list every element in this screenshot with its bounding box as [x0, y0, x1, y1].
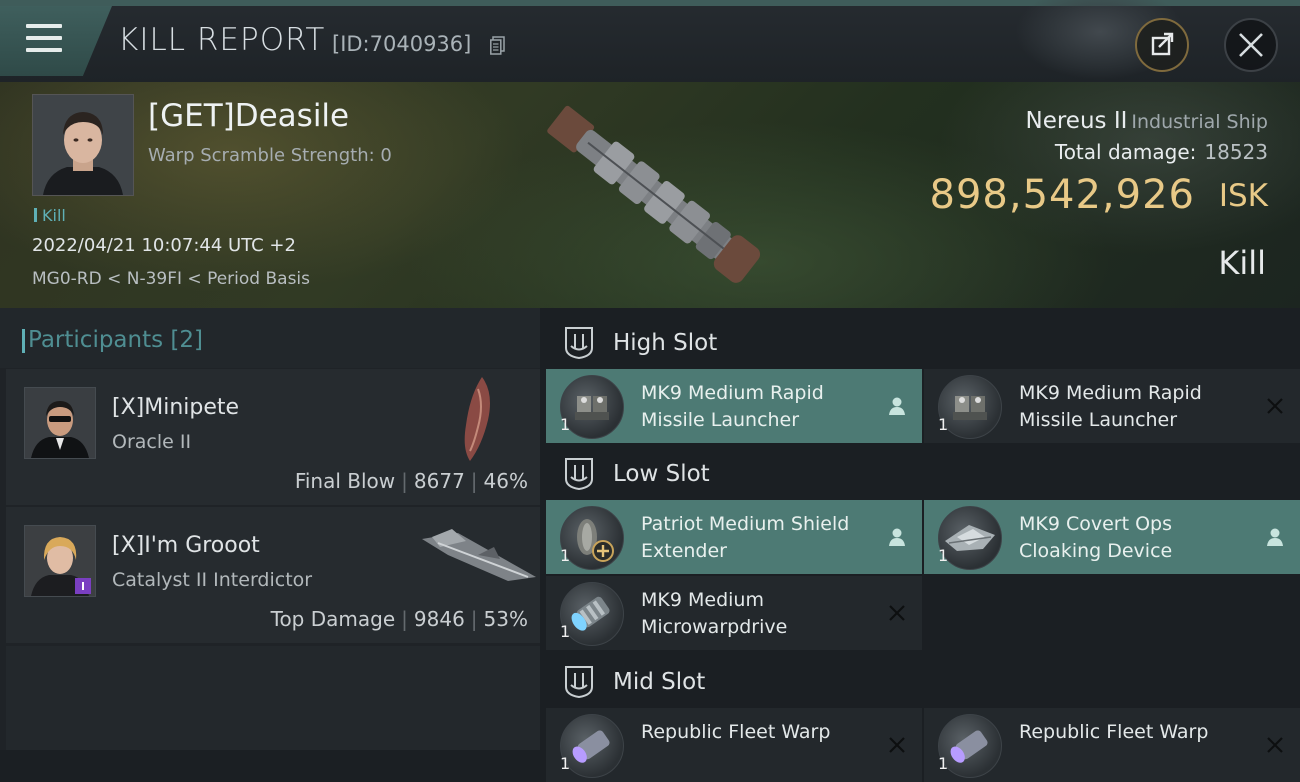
module-quantity: 1 — [560, 754, 571, 773]
slot-label: High Slot — [613, 330, 718, 356]
module-name: Republic Fleet Warp — [1019, 721, 1209, 743]
participant-damage: 9846 — [413, 607, 465, 631]
character-avatar — [33, 95, 133, 195]
close-icon — [1239, 33, 1263, 57]
module-item[interactable]: 1 Patriot Medium Shield Extender — [546, 500, 922, 574]
person-icon — [1267, 528, 1283, 546]
participants-label: Participants — [28, 327, 164, 353]
header-bar: KILL REPORT [ID:7040936] — [0, 0, 1300, 82]
module-item[interactable]: 1 MK9 Medium Rapid Missile Launcher — [924, 369, 1300, 443]
participants-count: [2] — [170, 327, 204, 353]
module-name: Patriot Medium Shield Extender — [641, 513, 850, 562]
warp-scramble-strength: Warp Scramble Strength: 0 — [148, 145, 392, 166]
close-button[interactable] — [1224, 18, 1278, 72]
share-icon — [1151, 32, 1174, 56]
module-quantity: 1 — [938, 546, 949, 565]
hamburger-icon — [26, 24, 62, 54]
module-item[interactable]: 1 MK9 Medium Rapid Missile Launcher — [546, 369, 922, 443]
module-item[interactable]: 1 MK9 Medium Microwarpdrive — [546, 576, 922, 650]
report-id: [ID:7040936] — [332, 32, 472, 56]
slot-label: Mid Slot — [613, 669, 706, 695]
share-button[interactable] — [1135, 18, 1189, 72]
kill-datetime: 2022/04/21 10:07:44 UTC +2 — [32, 235, 296, 256]
participants-empty-area — [6, 646, 540, 750]
person-icon — [889, 528, 905, 546]
total-damage-label: Total damage: — [1054, 140, 1197, 164]
module-name: MK9 Medium Rapid Missile Launcher — [1019, 382, 1202, 431]
participant-role: Top Damage — [270, 607, 396, 631]
victim-banner: [GET]Deasile Warp Scramble Strength: 0 K… — [0, 82, 1300, 308]
participant-avatar[interactable] — [24, 387, 96, 459]
slot-header-mid: Mid Slot — [540, 651, 1300, 711]
participant-avatar[interactable] — [24, 525, 96, 597]
cross-icon — [1267, 398, 1283, 414]
participant-ship: Catalyst II Interdictor — [112, 569, 313, 591]
victim-portrait[interactable] — [32, 94, 134, 196]
module-name: MK9 Medium Rapid Missile Launcher — [641, 382, 824, 431]
module-quantity: 1 — [560, 546, 571, 565]
module-item[interactable]: 1 Republic Fleet Warp — [546, 708, 922, 782]
participant-ship-icon — [422, 529, 536, 581]
participants-title: Participants [2] — [21, 327, 204, 353]
cross-icon — [889, 605, 905, 621]
person-icon — [889, 397, 905, 415]
participants-panel: Participants [2] [X]Minipete Oracle II F… — [0, 308, 540, 750]
ship-name: Nereus II — [1025, 108, 1128, 134]
participant-role: Final Blow — [294, 469, 396, 493]
total-damage: Total damage: 18523 — [1055, 140, 1268, 164]
participants-header: Participants [2] — [0, 308, 540, 368]
slot-header-high: High Slot — [540, 312, 1300, 372]
result-label: Kill — [1218, 244, 1266, 282]
participant-row[interactable]: [X]I'm Grooot Catalyst II Interdictor To… — [6, 507, 540, 643]
module-item[interactable]: 1 MK9 Covert Ops Cloaking Device — [924, 500, 1300, 574]
slot-header-low: Low Slot — [540, 443, 1300, 503]
slot-shield-icon — [565, 666, 593, 699]
module-name: MK9 Medium Microwarpdrive — [641, 589, 788, 638]
kill-location[interactable]: MG0-RD < N-39FI < Period Basis — [32, 269, 310, 289]
page-title: KILL REPORT — [118, 22, 326, 58]
participant-name: [X]I'm Grooot — [112, 533, 260, 558]
isk-unit: ISK — [1218, 178, 1268, 214]
module-quantity: 1 — [560, 415, 571, 434]
victim-ship[interactable]: Nereus II Industrial Ship — [1026, 108, 1269, 134]
module-quantity: 1 — [938, 754, 949, 773]
victim-ship-render — [547, 105, 761, 283]
participant-row[interactable]: [X]Minipete Oracle II Final Blow | 8677 | 46… — [6, 369, 540, 505]
fittings-panel: High Slot 1 MK9 Medium Rapid Missile Lau… — [540, 308, 1300, 782]
menu-button[interactable] — [0, 6, 112, 76]
participant-ship-icon — [464, 377, 490, 461]
slot-label: Low Slot — [613, 461, 710, 487]
character-avatar — [25, 388, 95, 458]
cross-icon — [1267, 737, 1283, 753]
slot-shield-icon — [565, 458, 593, 491]
participant-name: [X]Minipete — [112, 395, 240, 420]
module-quantity: 1 — [560, 622, 571, 641]
isk-value: 898,542,926 — [929, 172, 1195, 218]
victim-name[interactable]: [GET]Deasile — [148, 98, 349, 134]
ship-class: Industrial Ship — [1131, 111, 1268, 133]
participant-stats: Top Damage | 9846 | 53% — [270, 607, 528, 631]
copy-icon[interactable] — [490, 36, 505, 55]
module-name: MK9 Covert Ops Cloaking Device — [1019, 513, 1173, 562]
total-damage-value: 18523 — [1204, 140, 1268, 164]
participant-damage: 8677 — [413, 469, 465, 493]
module-name: Republic Fleet Warp — [641, 721, 831, 743]
module-quantity: 1 — [938, 415, 949, 434]
cross-icon — [889, 737, 905, 753]
participant-ship: Oracle II — [112, 431, 192, 453]
slot-shield-icon — [565, 327, 593, 360]
participant-percent: 46% — [483, 469, 528, 493]
character-avatar — [25, 526, 95, 596]
participant-stats: Final Blow | 8677 | 46% — [294, 469, 528, 493]
module-item[interactable]: 1 Republic Fleet Warp — [924, 708, 1300, 782]
participant-percent: 53% — [483, 607, 528, 631]
kill-tag: Kill — [34, 206, 66, 225]
